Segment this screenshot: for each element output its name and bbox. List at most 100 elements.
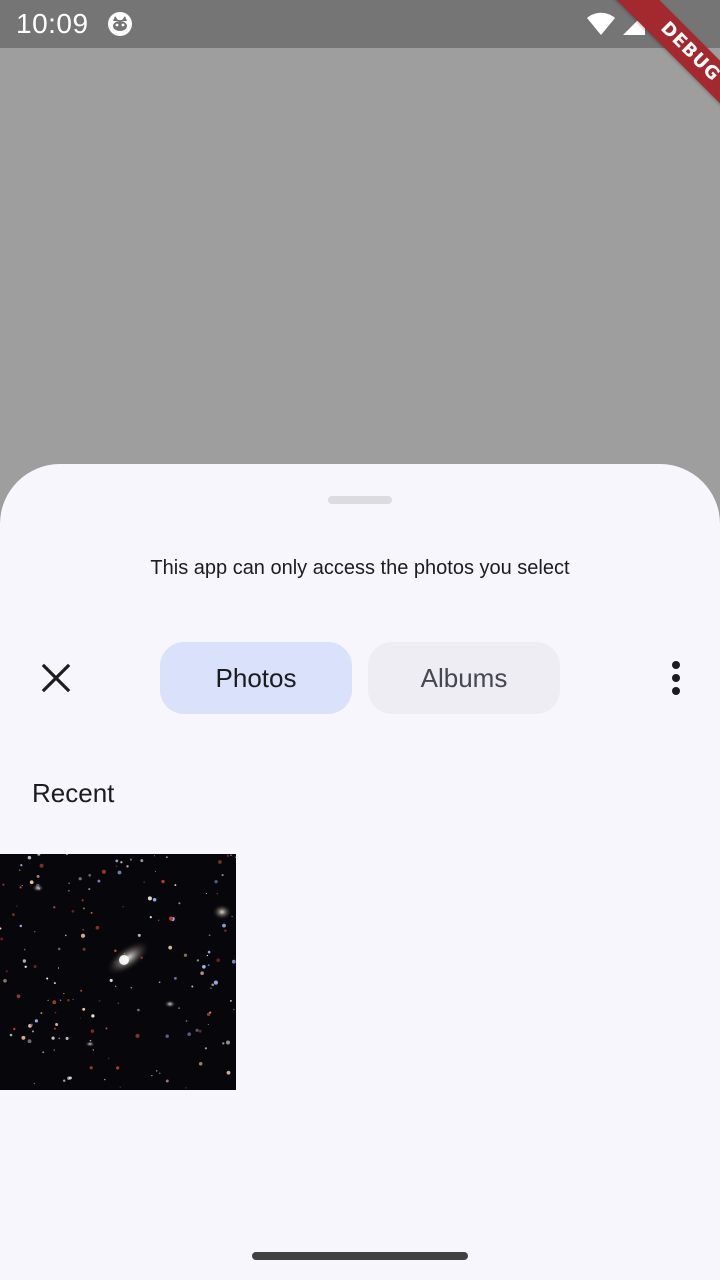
star-dot (109, 978, 113, 982)
more-options-button[interactable] (644, 646, 708, 710)
star-dot (34, 931, 36, 933)
star-dot (216, 892, 219, 895)
star-dot (156, 1070, 158, 1072)
star-dot (207, 1023, 209, 1025)
star-dot (115, 985, 117, 987)
star-dot (216, 958, 221, 963)
star-dot (53, 906, 56, 909)
star-dot (202, 964, 206, 969)
star-dot (36, 874, 40, 878)
star-dot (91, 1014, 95, 1018)
star-dot (80, 989, 83, 992)
star-dot (151, 1074, 153, 1077)
star-dot (46, 977, 49, 980)
star-dot (137, 1008, 140, 1012)
star-dot (12, 913, 15, 916)
star-dot (174, 977, 177, 980)
star-dot (158, 1072, 161, 1075)
star-dot (3, 978, 7, 983)
more-vert-icon (672, 661, 680, 695)
status-bar: 10:09 (0, 0, 720, 48)
star-dot (89, 1066, 93, 1070)
tab-photos[interactable]: Photos (160, 642, 352, 714)
star-dot (200, 971, 204, 975)
star-dot (27, 855, 32, 860)
close-icon (41, 663, 71, 693)
star-dot (52, 1000, 57, 1005)
star-dot (196, 959, 200, 962)
star-dot (57, 967, 60, 969)
star-dot (206, 954, 209, 957)
star-dot (22, 959, 27, 963)
star-dot (211, 983, 215, 987)
signal-icon (623, 13, 645, 35)
star-dot (71, 909, 75, 913)
star-dot (19, 886, 22, 889)
tab-albums-label: Albums (420, 662, 508, 693)
section-title-recent: Recent (32, 778, 115, 808)
drag-handle[interactable] (328, 496, 392, 504)
star-dot (147, 896, 152, 901)
star-dot (90, 1029, 95, 1033)
star-dot (207, 964, 210, 966)
star-dot (88, 873, 92, 877)
star-dot (64, 934, 67, 937)
star-dot (95, 925, 100, 930)
star-dot (40, 1012, 43, 1015)
star-dot (152, 898, 157, 902)
star-dot (210, 987, 212, 989)
app-notification-icon (108, 12, 132, 36)
battery-icon (653, 11, 667, 37)
star-dot (33, 1082, 36, 1085)
star-dot (88, 888, 91, 891)
star-dot (222, 1042, 225, 1045)
close-button[interactable] (24, 646, 88, 710)
star-dot (58, 1037, 61, 1040)
galaxy-photo-image (0, 854, 236, 1090)
star-dot (65, 1036, 69, 1040)
star-dot (198, 1029, 202, 1033)
star-dot (19, 924, 22, 928)
star-dot (233, 1008, 235, 1011)
star-dot (2, 883, 5, 886)
star-dot (221, 874, 224, 877)
star-dot (226, 1070, 231, 1075)
star-dot (230, 1000, 232, 1002)
star-dot (108, 1057, 110, 1059)
star-dot (115, 865, 118, 868)
star-dot (154, 871, 157, 873)
star-dot (116, 1066, 120, 1070)
star-dot (68, 890, 70, 892)
star-dot (174, 884, 177, 887)
star-dot (97, 879, 101, 883)
star-dot (57, 947, 61, 951)
star-dot (21, 885, 23, 887)
star-dot (198, 1062, 203, 1066)
star-dot (80, 933, 86, 938)
tab-albums[interactable]: Albums (368, 642, 560, 714)
star-dot (185, 1020, 188, 1022)
photo-thumbnail[interactable] (0, 854, 236, 1090)
star-dot (207, 950, 211, 954)
star-dot (169, 916, 174, 921)
star-dot (29, 880, 34, 885)
star-dot (47, 999, 49, 1002)
star-dot (231, 959, 236, 964)
star-dot (195, 1028, 199, 1032)
star-dot (104, 1078, 106, 1081)
star-dot (0, 937, 4, 941)
star-dot (204, 1047, 208, 1050)
star-dot (59, 999, 62, 1001)
star-dot (166, 856, 168, 859)
star-dot (161, 879, 165, 884)
star-dot (53, 982, 56, 985)
star-dot (165, 1034, 169, 1038)
star-dot (157, 919, 160, 922)
gesture-nav-handle[interactable] (252, 1252, 468, 1260)
star-dot (105, 1027, 108, 1030)
star-dot (178, 1007, 180, 1009)
star-dot (218, 860, 222, 864)
star-dot (213, 980, 218, 985)
star-dot (82, 928, 84, 931)
star-dot (168, 945, 173, 950)
